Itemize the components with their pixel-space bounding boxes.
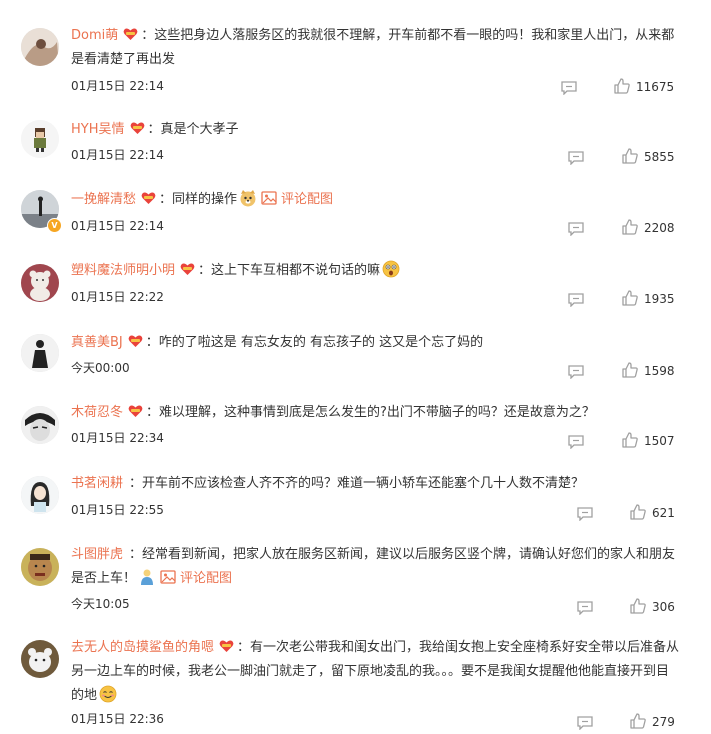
like-count: 2208 (644, 221, 675, 235)
username-link[interactable]: Domi萌 (71, 28, 118, 43)
like-icon[interactable] (622, 432, 638, 448)
like-icon[interactable] (630, 598, 646, 614)
reply-icon[interactable] (568, 434, 584, 450)
like-icon[interactable] (614, 78, 630, 94)
username-link[interactable]: HYH吴情 (71, 122, 125, 137)
avatar[interactable] (21, 334, 59, 372)
reply-icon[interactable] (577, 715, 593, 731)
reply-icon[interactable] (568, 221, 584, 237)
comment-time: 01月15日 22:36 (71, 712, 164, 726)
picture-icon[interactable] (160, 569, 176, 585)
verified-badge-icon: V (47, 218, 62, 233)
username-link[interactable]: 塑料魔法师明小明 (71, 263, 175, 278)
comment-content: ：真是个大孝子 (147, 122, 239, 137)
fan-heart-icon (123, 28, 138, 41)
avatar[interactable] (21, 406, 59, 444)
person-emoji-icon (138, 568, 156, 586)
comment-time: 01月15日 22:14 (71, 79, 164, 93)
username-link[interactable]: 去无人的岛摸鲨鱼的角嗯 (71, 640, 214, 655)
avatar[interactable] (21, 120, 59, 158)
like-count: 1507 (644, 434, 675, 448)
comment-content: ：咋的了啦这是 有忘女友的 有忘孩子的 这又是个忘了妈的 (145, 335, 484, 350)
smiling-emoji-icon (99, 685, 117, 703)
comment-time: 01月15日 22:22 (71, 290, 164, 304)
reply-icon[interactable] (561, 80, 577, 96)
fan-heart-icon (219, 640, 234, 653)
picture-icon[interactable] (261, 190, 277, 206)
comment-content: ：这些把身边人落服务区的我就很不理解，开车前都不看一眼的吗！我和家里人出门，从来… (71, 28, 675, 67)
avatar[interactable] (21, 640, 59, 678)
username-link[interactable]: 木荷忍冬 (71, 405, 123, 420)
like-count: 279 (652, 715, 675, 729)
username-link[interactable]: 书茗闲耕 (71, 476, 123, 491)
comment-text-block: 斗图胖虎 ：经常看到新闻，把家人放在服务区新闻，建议以后服务区竖个牌，请确认好您们… (71, 543, 681, 591)
username-link[interactable]: 真善美BJ (71, 335, 123, 350)
like-icon[interactable] (622, 290, 638, 306)
like-count: 5855 (644, 150, 675, 164)
reply-icon[interactable] (568, 150, 584, 166)
comment-content: ：开车前不应该检查人齐不齐的吗？难道一辆小轿车还能塞个几十人数不清楚？ (129, 476, 585, 491)
comment-text-block: 塑料魔法师明小明 ：这上下车互相都不说句话的嘛 (71, 259, 681, 283)
fan-heart-icon (130, 122, 145, 135)
reply-icon[interactable] (577, 506, 593, 522)
like-icon[interactable] (622, 362, 638, 378)
like-icon[interactable] (630, 713, 646, 729)
comment-picture-link[interactable]: 评论配图 (281, 192, 333, 207)
fan-heart-icon (141, 192, 156, 205)
comment-text-block: 木荷忍冬 ：难以理解，这种事情到底是怎么发生的?出门不带脑子的吗？还是故意为之？ (71, 401, 681, 425)
comment-time: 01月15日 22:14 (71, 148, 164, 162)
avatar[interactable] (21, 28, 59, 66)
like-count: 306 (652, 600, 675, 614)
fan-heart-icon (128, 405, 143, 418)
comment-time: 今天10:05 (71, 597, 130, 611)
avatar[interactable] (21, 476, 59, 514)
comment-time: 今天00:00 (71, 361, 130, 375)
doge-emoji-icon (239, 189, 257, 207)
comment-text-block: 一挽解清愁 ：同样的操作 评论配图 (71, 188, 681, 212)
reply-icon[interactable] (568, 292, 584, 308)
avatar[interactable] (21, 548, 59, 586)
comment-content: ：这上下车互相都不说句话的嘛 (198, 263, 381, 278)
comment-time: 01月15日 22:34 (71, 431, 164, 445)
comment-text-block: HYH吴情 ：真是个大孝子 (71, 118, 681, 142)
comment-text-block: Domi萌 ：这些把身边人落服务区的我就很不理解，开车前都不看一眼的吗！我和家里人… (71, 24, 681, 72)
like-icon[interactable] (622, 219, 638, 235)
like-icon[interactable] (622, 148, 638, 164)
fan-heart-icon (180, 263, 195, 276)
comment-content: ：难以理解，这种事情到底是怎么发生的?出门不带脑子的吗？还是故意为之？ (146, 405, 595, 420)
comment-picture-link[interactable]: 评论配图 (180, 571, 232, 586)
like-count: 621 (652, 506, 675, 520)
comment-text-block: 去无人的岛摸鲨鱼的角嗯 ：有一次老公带我和闺女出门，我给闺女抱上安全座椅系好安全带… (71, 636, 681, 708)
like-count: 1598 (644, 364, 675, 378)
username-link[interactable]: 一挽解清愁 (71, 192, 136, 207)
avatar[interactable] (21, 264, 59, 302)
comment-content: ：同样的操作 (159, 192, 238, 207)
comment-text-block: 真善美BJ ：咋的了啦这是 有忘女友的 有忘孩子的 这又是个忘了妈的 (71, 331, 681, 355)
like-icon[interactable] (630, 504, 646, 520)
shocked-emoji-icon (382, 260, 400, 278)
username-link[interactable]: 斗图胖虎 (71, 547, 123, 562)
like-count: 11675 (636, 80, 675, 94)
fan-heart-icon (128, 335, 143, 348)
like-count: 1935 (644, 292, 675, 306)
reply-icon[interactable] (568, 364, 584, 380)
comment-time: 01月15日 22:14 (71, 219, 164, 233)
comment-time: 01月15日 22:55 (71, 503, 164, 517)
comment-text-block: 书茗闲耕 ：开车前不应该检查人齐不齐的吗？难道一辆小轿车还能塞个几十人数不清楚？ (71, 472, 681, 496)
reply-icon[interactable] (577, 600, 593, 616)
